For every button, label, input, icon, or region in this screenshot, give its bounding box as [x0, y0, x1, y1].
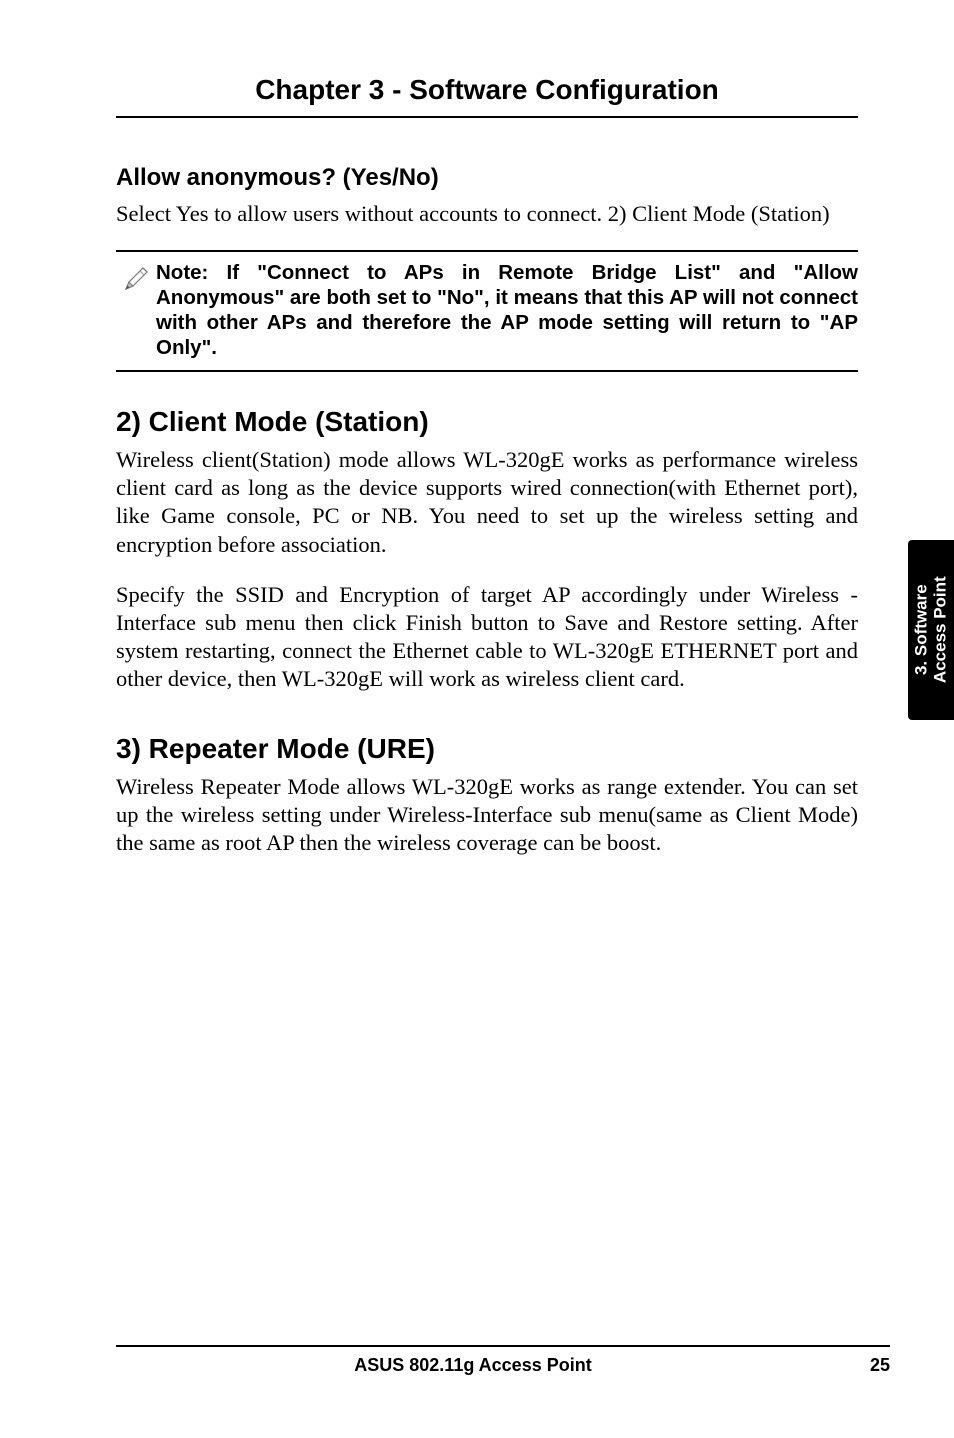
footer-row: ASUS 802.11g Access Point 25	[116, 1355, 890, 1376]
body-client-mode-2: Specify the SSID and Encryption of targe…	[116, 581, 858, 694]
page-number: 25	[830, 1355, 890, 1376]
footer: ASUS 802.11g Access Point 25	[116, 1345, 890, 1376]
heading-allow-anonymous: Allow anonymous? (Yes/No)	[116, 164, 858, 192]
heading-client-mode: 2) Client Mode (Station)	[116, 406, 858, 438]
chapter-title: Chapter 3 - Software Configuration	[116, 74, 858, 106]
note-block: Note: If "Connect to APs in Remote Bridg…	[116, 250, 858, 372]
body-allow-anonymous: Select Yes to allow users without accoun…	[116, 200, 858, 228]
heading-repeater-mode: 3) Repeater Mode (URE)	[116, 733, 858, 765]
divider	[116, 1345, 890, 1347]
side-tab-text: 3. Software Access Point	[912, 577, 949, 684]
page: Chapter 3 - Software Configuration Allow…	[0, 0, 954, 1438]
side-tab-line2: Access Point	[930, 577, 949, 684]
body-client-mode-1: Wireless client(Station) mode allows WL-…	[116, 446, 858, 559]
pencil-icon	[116, 260, 156, 294]
divider	[116, 116, 858, 118]
note-text: Note: If "Connect to APs in Remote Bridg…	[156, 260, 858, 360]
note-row: Note: If "Connect to APs in Remote Bridg…	[116, 252, 858, 370]
divider	[116, 370, 858, 372]
footer-center-text: ASUS 802.11g Access Point	[116, 1355, 830, 1376]
body-repeater-mode: Wireless Repeater Mode allows WL-320gE w…	[116, 773, 858, 857]
side-tab: 3. Software Access Point	[908, 540, 954, 720]
side-tab-line1: 3. Software	[911, 585, 930, 676]
